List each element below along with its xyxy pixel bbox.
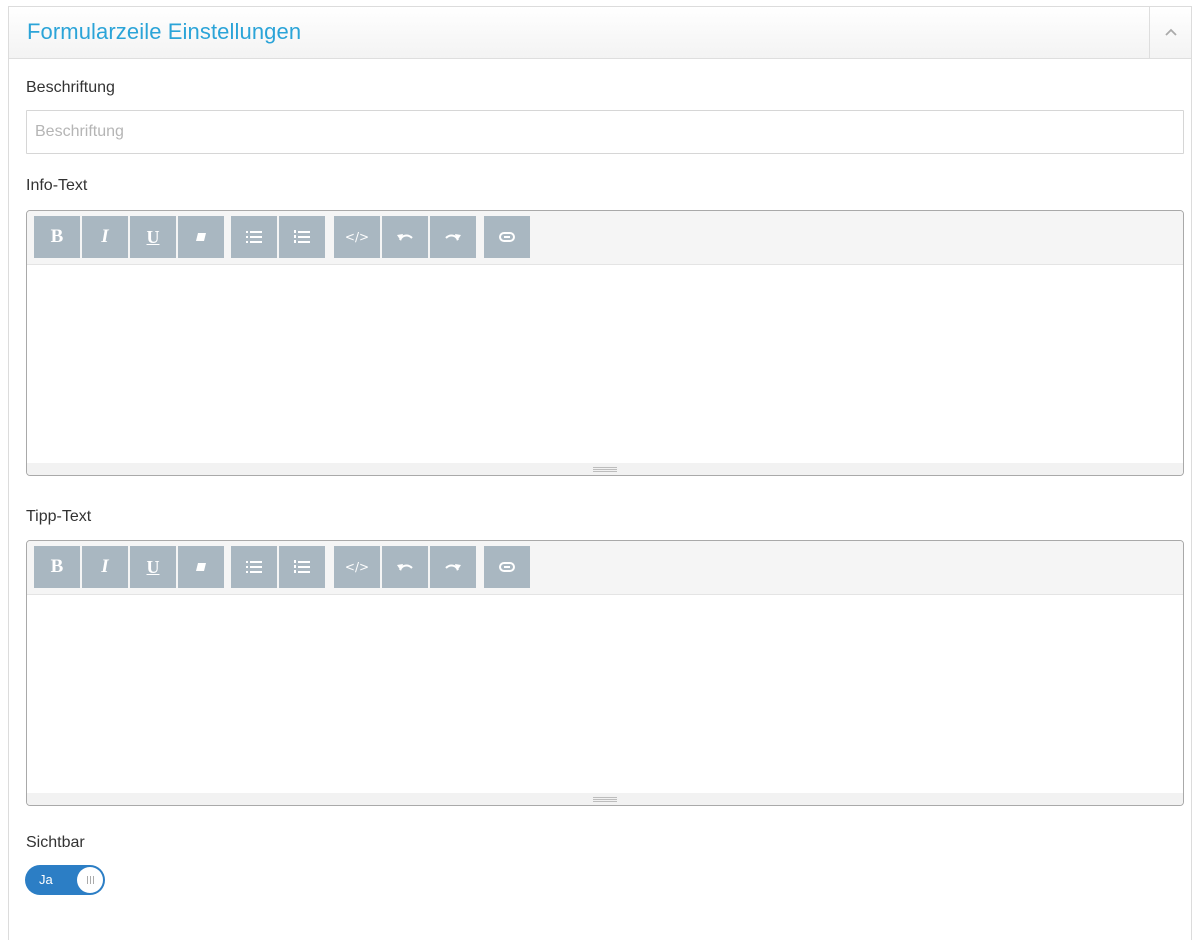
italic-label: I [101, 226, 109, 247]
settings-panel: Formularzeile Einstellungen Beschriftung… [8, 6, 1192, 940]
clear-format-button[interactable] [178, 216, 224, 258]
label-input[interactable] [26, 110, 1184, 154]
chevron-up-icon [1164, 24, 1178, 42]
panel-header: Formularzeile Einstellungen [9, 7, 1191, 59]
italic-button[interactable]: I [82, 216, 128, 258]
undo-button[interactable] [382, 216, 428, 258]
code-view-button[interactable]: </> [334, 216, 380, 258]
tip-text-content[interactable] [27, 595, 1183, 793]
grip-icon [593, 796, 617, 802]
visible-label: Sichtbar [26, 834, 85, 851]
info-text-label: Info-Text [26, 177, 88, 194]
bold-button[interactable]: B [34, 216, 80, 258]
tip-text-label: Tipp-Text [26, 508, 92, 525]
unordered-list-button[interactable] [231, 546, 277, 588]
editor-toolbar: B I U </> [27, 211, 1183, 265]
info-text-editor: B I U </> [26, 210, 1184, 476]
ordered-list-button[interactable] [279, 216, 325, 258]
link-icon [499, 232, 515, 242]
underline-label: U [146, 556, 160, 577]
collapse-button[interactable] [1149, 7, 1191, 59]
tip-text-editor: B I U </> [26, 540, 1184, 806]
redo-icon [445, 232, 461, 242]
editor-toolbar: B I U </> [27, 541, 1183, 595]
toggle-knob [77, 867, 103, 893]
link-button[interactable] [484, 216, 530, 258]
redo-button[interactable] [430, 216, 476, 258]
code-label: </> [344, 560, 370, 574]
unordered-list-button[interactable] [231, 216, 277, 258]
bold-button[interactable]: B [34, 546, 80, 588]
bold-label: B [50, 556, 64, 577]
undo-icon [397, 232, 413, 242]
redo-button[interactable] [430, 546, 476, 588]
clear-format-button[interactable] [178, 546, 224, 588]
underline-button[interactable]: U [130, 216, 176, 258]
undo-button[interactable] [382, 546, 428, 588]
eraser-icon [195, 232, 207, 242]
ordered-list-icon [294, 230, 310, 244]
code-label: </> [344, 230, 370, 244]
resize-handle[interactable] [27, 793, 1183, 805]
undo-icon [397, 562, 413, 572]
ordered-list-button[interactable] [279, 546, 325, 588]
ordered-list-icon [294, 560, 310, 574]
underline-label: U [146, 226, 160, 247]
label-field-label: Beschriftung [26, 79, 115, 96]
bold-label: B [50, 226, 64, 247]
resize-handle[interactable] [27, 463, 1183, 475]
italic-button[interactable]: I [82, 546, 128, 588]
toggle-on-label: Ja [39, 872, 53, 887]
grip-icon [593, 466, 617, 472]
panel-title: Formularzeile Einstellungen [27, 19, 302, 44]
underline-button[interactable]: U [130, 546, 176, 588]
info-text-content[interactable] [27, 265, 1183, 463]
visible-toggle[interactable]: Ja [25, 865, 105, 895]
unordered-list-icon [246, 231, 262, 243]
code-view-button[interactable]: </> [334, 546, 380, 588]
italic-label: I [101, 556, 109, 577]
link-button[interactable] [484, 546, 530, 588]
link-icon [499, 562, 515, 572]
redo-icon [445, 562, 461, 572]
eraser-icon [195, 562, 207, 572]
unordered-list-icon [246, 561, 262, 573]
